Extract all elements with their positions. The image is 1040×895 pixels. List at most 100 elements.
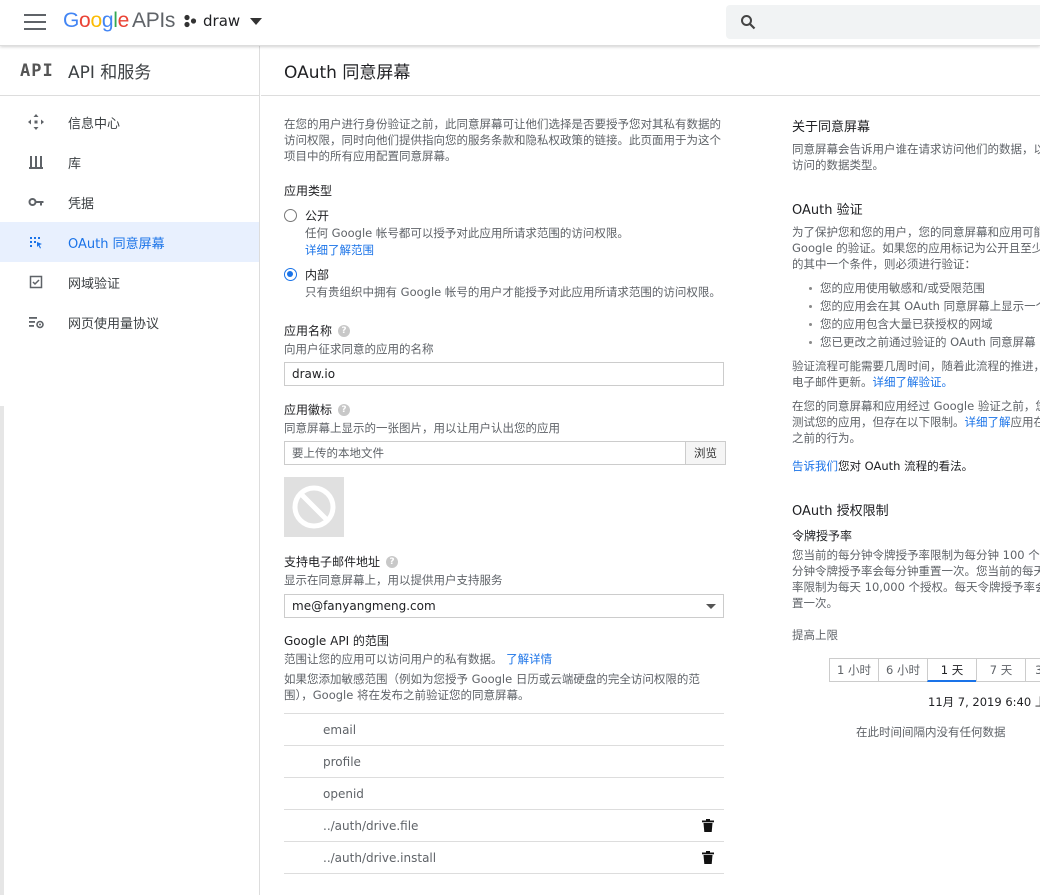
logo-letter: o — [90, 9, 102, 32]
help-icon[interactable]: ? — [338, 324, 351, 337]
logo-letter: g — [101, 9, 114, 32]
support-email-desc: 显示在同意屏幕上，用以提供用户支持服务 — [284, 573, 503, 587]
verify-list-item: 您已更改之前通过验证的 OAuth 同意屏幕 — [809, 334, 1040, 350]
support-email-label-text: 支持电子邮件地址 — [284, 555, 381, 569]
timestamp: 11月 7, 2019 6:40 上午 — [928, 695, 1040, 709]
sidebar-item-label: 凭据 — [68, 196, 95, 212]
rate-title: OAuth 授权限制 — [792, 504, 889, 519]
verify-list: 您的应用使用敏感和/或受限范围您的应用会在其 OAuth 同意屏幕上显示一个图标… — [792, 280, 1040, 350]
api-logo: API — [20, 60, 54, 81]
scopes-desc-text: 范围让您的应用可以访问用户的私有数据。 — [284, 652, 503, 666]
logo-letter: o — [79, 9, 91, 32]
time-range-tab[interactable]: 1 天 — [927, 658, 977, 682]
app-name-section: 应用名称? 向用户征求同意的应用的名称 draw.io — [284, 322, 726, 386]
no-image-icon — [292, 485, 336, 529]
sidebar-item-label: 网页使用量协议 — [68, 316, 160, 332]
radio-public-label: 公开 — [305, 209, 330, 223]
radio-internal[interactable] — [284, 268, 297, 281]
limit-learn-more-link[interactable]: 详细了解 — [965, 415, 1011, 429]
library-icon — [28, 154, 44, 170]
time-range-tab[interactable]: 30 天 — [1025, 658, 1040, 682]
sidebar-item-oauth-consent[interactable]: OAuth 同意屏幕 — [0, 222, 259, 262]
sidebar-header: API API 和服务 — [0, 46, 259, 96]
verify-note: 验证流程可能需要几周时间，随着此流程的推进，您会收到电子邮件更新。详细了解验证。 — [792, 358, 1040, 390]
limit-note: 在您的同意屏幕和应用经过 Google 验证之前，您仍可以测试您的应用，但存在以… — [792, 398, 1040, 446]
app-name-input[interactable]: draw.io — [284, 362, 724, 386]
sidebar-item-dashboard[interactable]: 信息中心 — [0, 102, 259, 142]
sidebar-item-library[interactable]: 库 — [0, 142, 259, 182]
no-data-message: 在此时间间隔内没有任何数据 — [856, 725, 1006, 739]
menu-icon[interactable] — [24, 14, 46, 32]
scope-name: email — [323, 722, 357, 737]
help-icon[interactable]: ? — [386, 555, 399, 568]
scope-row: email — [284, 714, 724, 746]
file-path-input[interactable]: 要上传的本地文件 — [284, 441, 686, 465]
info-aside: 关于同意屏幕 同意屏幕会告诉用户谁在请求访问他们的数据，以及您请求访问的数据类型… — [792, 116, 1040, 740]
radio-public[interactable] — [284, 209, 297, 222]
app-logo-label: 应用徽标? — [284, 401, 726, 418]
support-email-select[interactable]: me@fanyangmeng.com — [284, 594, 724, 618]
key-icon — [28, 194, 44, 210]
sidebar-item-label: 网域验证 — [68, 276, 121, 292]
time-range-tab[interactable]: 1 小时 — [829, 658, 879, 682]
verify-learn-more-link[interactable]: 详细了解验证。 — [873, 375, 954, 389]
logo-apis-text: APIs — [131, 9, 176, 32]
scope-name: openid — [323, 786, 364, 801]
logo-google-text: Google — [63, 9, 129, 32]
delete-icon[interactable] — [702, 851, 714, 864]
page-title: OAuth 同意屏幕 — [284, 63, 411, 83]
rate-subtitle: 令牌授予率 — [792, 529, 853, 543]
google-apis-logo[interactable]: Google APIs — [63, 9, 175, 33]
sidebar-scrollbar[interactable] — [0, 406, 4, 895]
learn-scopes-link[interactable]: 详细了解范围 — [305, 242, 629, 258]
verify-list-item: 您的应用使用敏感和/或受限范围 — [809, 280, 1040, 296]
app-name-desc: 向用户征求同意的应用的名称 — [284, 342, 434, 356]
scope-name: ../auth/drive.install — [323, 850, 437, 865]
sidebar-item-page-usage[interactable]: 网页使用量协议 — [0, 302, 259, 342]
top-bar: Google APIs draw — [0, 0, 1040, 46]
search-input[interactable] — [726, 5, 1040, 39]
about-text: 同意屏幕会告诉用户谁在请求访问他们的数据，以及您请求访问的数据类型。 — [792, 142, 1040, 172]
settings-list-icon — [28, 314, 44, 330]
rate-text: 您当前的每分钟令牌授予率限制为每分钟 100 个授权。每分钟令牌授予率会每分钟重… — [792, 548, 1040, 610]
project-icon — [184, 14, 197, 28]
sidebar-title[interactable]: API 和服务 — [68, 58, 151, 83]
scope-name: profile — [323, 754, 361, 769]
radio-public-desc: 任何 Google 帐号都可以授予对此应用所请求范围的访问权限。 — [305, 226, 629, 240]
verify-text: 为了保护您和您的用户，您的同意屏幕和应用可能需要经过 Google 的验证。如果… — [792, 225, 1040, 271]
about-title: 关于同意屏幕 — [792, 120, 871, 135]
delete-icon[interactable] — [702, 819, 714, 832]
support-email-section: 支持电子邮件地址? 显示在同意屏幕上，用以提供用户支持服务 me@fanyang… — [284, 553, 726, 618]
scope-row: openid — [284, 778, 724, 810]
time-range-tab[interactable]: 7 天 — [976, 658, 1026, 682]
sidebar-item-label: 信息中心 — [68, 116, 121, 132]
feedback-text: 您对 OAuth 流程的看法。 — [838, 459, 974, 473]
sidebar-item-domain-verification[interactable]: 网域验证 — [0, 262, 259, 302]
content-area: OAuth 同意屏幕 在您的用户进行身份验证之前，此同意屏幕可让他们选择是否要授… — [261, 46, 1040, 895]
raise-limit-link[interactable]: 提高上限 — [792, 627, 1040, 643]
radio-public-row[interactable]: 公开 任何 Google 帐号都可以授予对此应用所请求范围的访问权限。 详细了解… — [284, 207, 726, 258]
page-header: OAuth 同意屏幕 — [261, 46, 1040, 96]
sidebar-item-credentials[interactable]: 凭据 — [0, 182, 259, 222]
support-email-value: me@fanyangmeng.com — [292, 599, 436, 613]
time-range-tab[interactable]: 6 小时 — [878, 658, 928, 682]
radio-internal-row[interactable]: 内部 只有贵组织中拥有 Google 帐号的用户才能授予对此应用所请求范围的访问… — [284, 266, 726, 300]
search-icon — [741, 15, 756, 30]
project-selector[interactable]: draw — [183, 12, 263, 30]
project-name: draw — [203, 12, 241, 30]
app-logo-section: 应用徽标? 同意屏幕上显示的一张图片，用以让用户认出您的应用 要上传的本地文件 … — [284, 401, 726, 537]
radio-internal-desc: 只有贵组织中拥有 Google 帐号的用户才能授予对此应用所请求范围的访问权限。 — [305, 285, 721, 299]
file-upload-row: 要上传的本地文件 浏览 — [284, 441, 726, 465]
scope-row: ../auth/drive.install — [284, 842, 724, 874]
feedback-link[interactable]: 告诉我们 — [792, 459, 838, 473]
sidebar-item-label: 库 — [68, 156, 82, 172]
help-icon[interactable]: ? — [338, 403, 351, 416]
verify-list-item: 您的应用包含大量已获授权的网域 — [809, 316, 1040, 332]
logo-letter: e — [117, 9, 130, 32]
scopes-learn-more-link[interactable]: 了解详情 — [506, 652, 552, 666]
app-logo-desc: 同意屏幕上显示的一张图片，用以让用户认出您的应用 — [284, 421, 560, 435]
logo-preview — [284, 477, 344, 537]
chevron-down-icon — [706, 603, 716, 609]
verify-list-item: 您的应用会在其 OAuth 同意屏幕上显示一个图标 — [809, 298, 1040, 314]
browse-button[interactable]: 浏览 — [686, 441, 726, 465]
